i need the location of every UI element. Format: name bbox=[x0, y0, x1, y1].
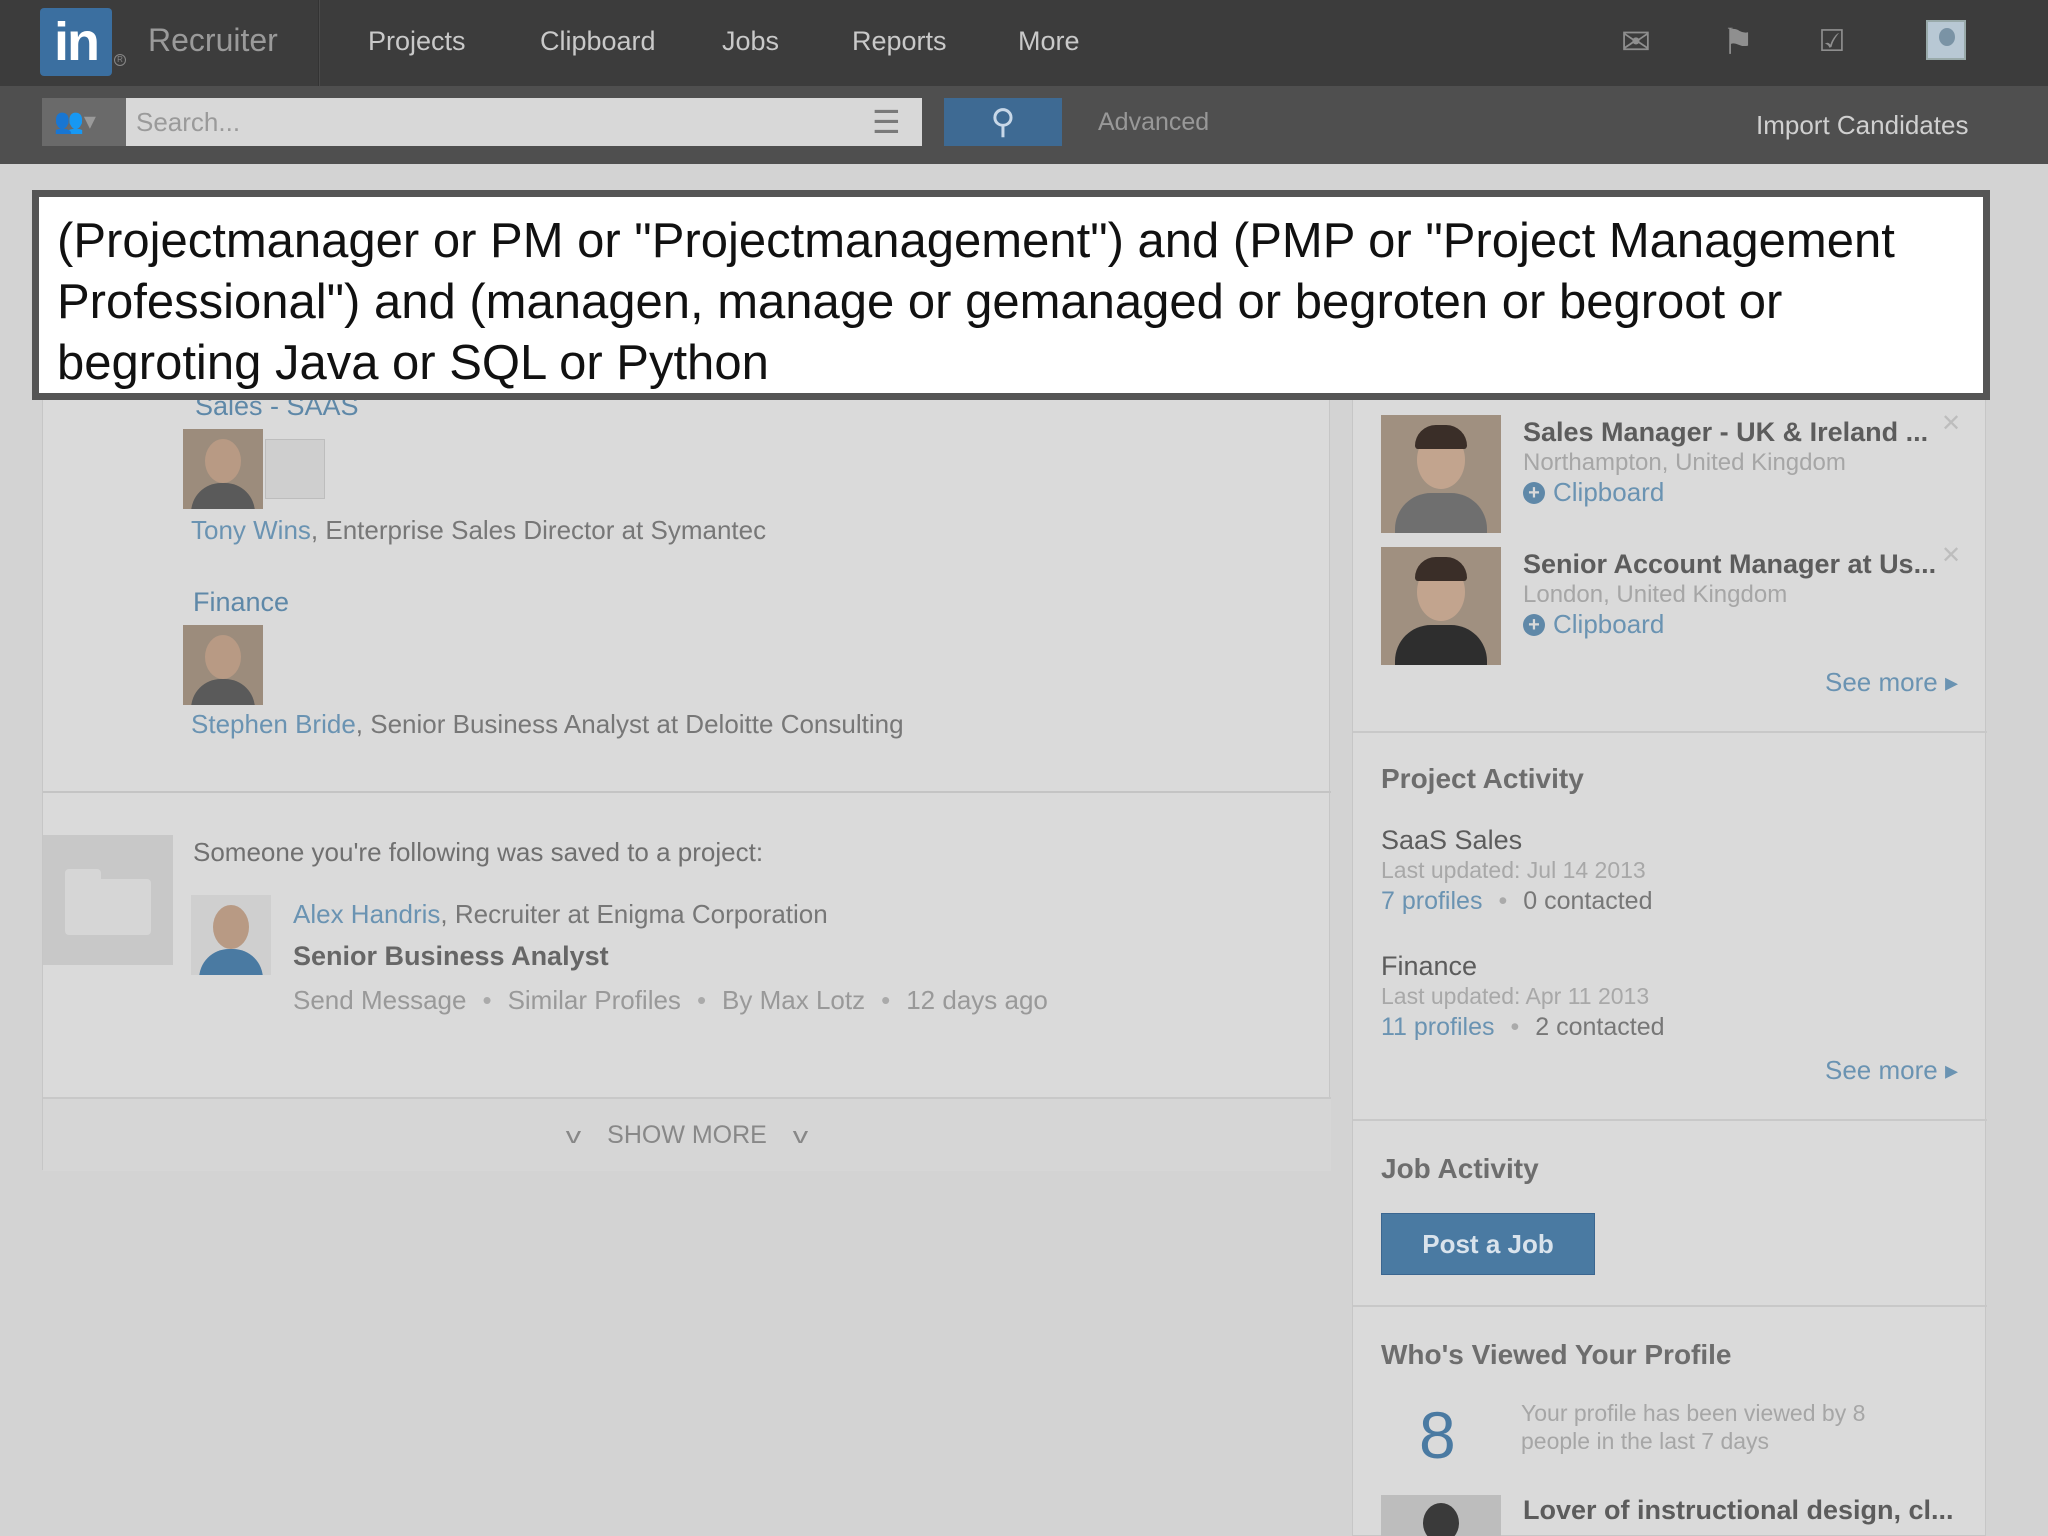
person-photo[interactable] bbox=[183, 429, 263, 509]
tasks-icon[interactable]: ☑ bbox=[1810, 20, 1854, 64]
project-name[interactable]: Finance bbox=[1381, 951, 1477, 982]
avatar[interactable] bbox=[1926, 20, 1966, 60]
folder-icon-box bbox=[43, 835, 173, 965]
project-group-title[interactable]: Finance bbox=[193, 587, 289, 618]
person-role: Senior Business Analyst at Deloitte Cons… bbox=[370, 709, 904, 739]
close-icon[interactable]: ✕ bbox=[1941, 409, 1961, 438]
nav-clipboard[interactable]: Clipboard bbox=[540, 26, 656, 57]
right-sidebar: Sales Manager - UK & Ireland ... ✕ North… bbox=[1352, 390, 1987, 1536]
search-type-dropdown[interactable]: 👥▾ bbox=[42, 98, 126, 146]
contacted-count: 0 contacted bbox=[1523, 887, 1653, 915]
linkedin-logo[interactable]: in bbox=[40, 8, 112, 76]
placeholder-photo[interactable] bbox=[265, 439, 325, 499]
divider bbox=[1353, 731, 1987, 733]
divider bbox=[1353, 1119, 1987, 1121]
candidate-photo[interactable] bbox=[1381, 415, 1501, 533]
brand-label[interactable]: Recruiter bbox=[148, 22, 278, 59]
chevron-down-icon: v bbox=[565, 1123, 582, 1148]
person-line: Tony Wins, Enterprise Sales Director at … bbox=[191, 515, 767, 545]
viewer-photo[interactable] bbox=[1381, 1495, 1501, 1536]
top-nav: in R Recruiter Projects Clipboard Jobs R… bbox=[0, 0, 2048, 86]
caret-right-icon: ▸ bbox=[1944, 1055, 1959, 1085]
search-bar: 👥▾ ☰ ⚲ Advanced Import Candidates bbox=[0, 86, 2048, 164]
nav-projects[interactable]: Projects bbox=[368, 26, 466, 57]
person-name-link[interactable]: Tony Wins bbox=[191, 515, 311, 545]
add-to-clipboard-link[interactable]: + Clipboard bbox=[1523, 609, 1664, 640]
clipboard-label: Clipboard bbox=[1553, 477, 1665, 507]
nav-jobs[interactable]: Jobs bbox=[722, 26, 779, 57]
person-photo[interactable] bbox=[191, 895, 271, 975]
close-icon[interactable]: ✕ bbox=[1941, 541, 1961, 570]
boolean-query-overlay: (Projectmanager or PM or "Projectmanagem… bbox=[32, 190, 1990, 400]
menu-icon[interactable]: ☰ bbox=[872, 106, 901, 138]
project-updated: Last updated: Jul 14 2013 bbox=[1381, 857, 1646, 883]
person-line: Alex Handris, Recruiter at Enigma Corpor… bbox=[293, 899, 828, 929]
show-more-bar[interactable]: v SHOW MORE v bbox=[43, 1097, 1331, 1171]
person-role: Recruiter at Enigma Corporation bbox=[454, 899, 828, 929]
show-more-label: SHOW MORE bbox=[607, 1121, 767, 1149]
see-more-label: See more bbox=[1825, 667, 1938, 697]
profiles-link[interactable]: 11 profiles bbox=[1381, 1013, 1495, 1041]
search-icon: ⚲ bbox=[990, 103, 1016, 141]
see-more-label: See more bbox=[1825, 1055, 1938, 1085]
registered-mark-icon: R bbox=[114, 54, 126, 66]
divider bbox=[1353, 1305, 1987, 1307]
see-more-link[interactable]: See more ▸ bbox=[1825, 1055, 1958, 1086]
nav-more[interactable]: More bbox=[1018, 26, 1080, 57]
person-name-link[interactable]: Alex Handris bbox=[293, 899, 440, 929]
person-photo[interactable] bbox=[183, 625, 263, 705]
send-message-link[interactable]: Send Message bbox=[293, 985, 466, 1015]
candidate-title[interactable]: Sales Manager - UK & Ireland ... bbox=[1523, 417, 1928, 448]
person-line: Stephen Bride, Senior Business Analyst a… bbox=[191, 709, 904, 739]
plus-icon: + bbox=[1523, 614, 1545, 636]
flag-icon[interactable]: ⚑ bbox=[1716, 20, 1760, 64]
project-name[interactable]: SaaS Sales bbox=[1381, 825, 1522, 856]
contacted-count: 2 contacted bbox=[1535, 1013, 1665, 1041]
job-activity-heading: Job Activity bbox=[1381, 1153, 1539, 1184]
profiles-link[interactable]: 7 profiles bbox=[1381, 887, 1482, 915]
nav-divider bbox=[318, 0, 320, 86]
show-more-button[interactable]: v SHOW MORE v bbox=[43, 1121, 1331, 1150]
profile-view-count[interactable]: 8 bbox=[1419, 1397, 1456, 1473]
saved-by: By Max Lotz bbox=[722, 985, 866, 1015]
caret-right-icon: ▸ bbox=[1944, 667, 1959, 697]
project-stats: 11 profiles • 2 contacted bbox=[1381, 1013, 1665, 1041]
candidate-photo[interactable] bbox=[1381, 547, 1501, 665]
similar-profiles-link[interactable]: Similar Profiles bbox=[508, 985, 681, 1015]
profile-view-text: Your profile has been viewed by 8 people… bbox=[1521, 1400, 1866, 1454]
folder-icon bbox=[65, 869, 151, 935]
search-input[interactable] bbox=[126, 98, 922, 146]
mail-icon[interactable]: ✉ bbox=[1614, 20, 1658, 64]
search-button[interactable]: ⚲ bbox=[944, 98, 1062, 146]
clipboard-label: Clipboard bbox=[1553, 609, 1665, 639]
notification-text: Someone you're following was saved to a … bbox=[193, 837, 764, 867]
project-stats: 7 profiles • 0 contacted bbox=[1381, 887, 1653, 915]
divider bbox=[43, 791, 1331, 793]
timestamp: 12 days ago bbox=[906, 985, 1048, 1015]
people-icon: 👥▾ bbox=[54, 108, 96, 135]
add-to-clipboard-link[interactable]: + Clipboard bbox=[1523, 477, 1664, 508]
post-job-button[interactable]: Post a Job bbox=[1381, 1213, 1595, 1275]
candidate-title[interactable]: Senior Account Manager at Us... bbox=[1523, 549, 1936, 580]
person-name-link[interactable]: Stephen Bride bbox=[191, 709, 356, 739]
project-activity-heading: Project Activity bbox=[1381, 763, 1584, 794]
import-candidates-link[interactable]: Import Candidates bbox=[1756, 110, 1968, 141]
candidate-location: London, United Kingdom bbox=[1523, 581, 1788, 608]
person-role: Enterprise Sales Director at Symantec bbox=[325, 515, 767, 545]
saved-project-title[interactable]: Senior Business Analyst bbox=[293, 941, 609, 972]
candidate-location: Northampton, United Kingdom bbox=[1523, 449, 1846, 476]
viewer-title[interactable]: Lover of instructional design, cl... bbox=[1523, 1495, 1954, 1526]
see-more-link[interactable]: See more ▸ bbox=[1825, 667, 1958, 698]
profile-views-heading: Who's Viewed Your Profile bbox=[1381, 1339, 1732, 1370]
project-updated: Last updated: Apr 11 2013 bbox=[1381, 983, 1650, 1009]
advanced-search-link[interactable]: Advanced bbox=[1098, 108, 1209, 137]
chevron-down-icon: v bbox=[792, 1123, 809, 1148]
nav-reports[interactable]: Reports bbox=[852, 26, 947, 57]
notification-actions: Send Message • Similar Profiles • By Max Lot… bbox=[293, 985, 1048, 1015]
plus-icon: + bbox=[1523, 482, 1545, 504]
